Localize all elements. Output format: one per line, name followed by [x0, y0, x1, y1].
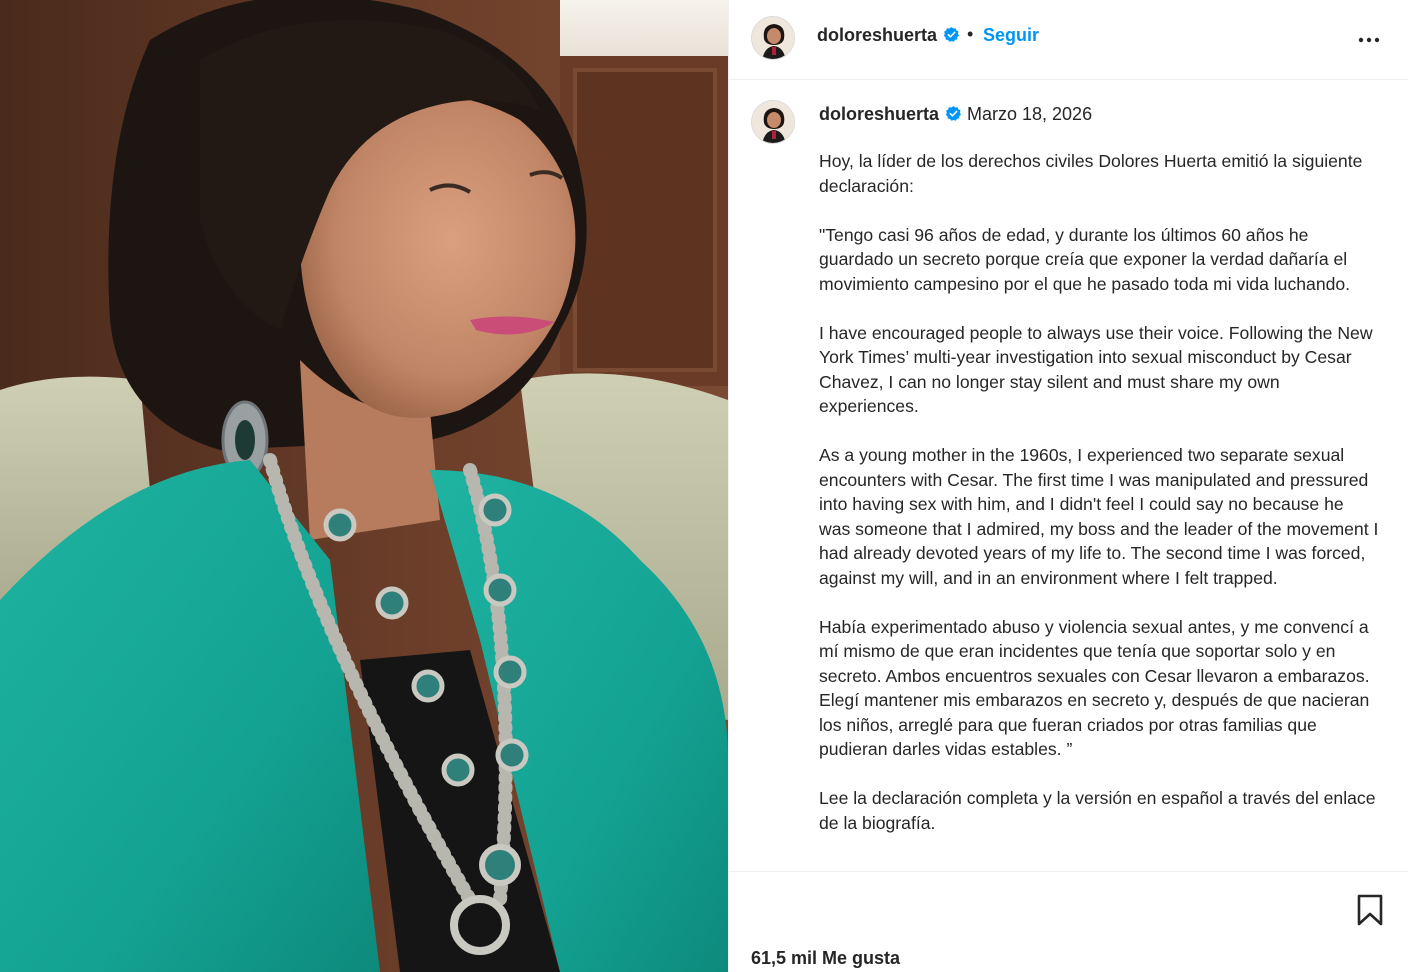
verified-badge-icon — [943, 27, 960, 42]
follow-button[interactable]: Seguir — [983, 25, 1039, 46]
caption-text: Hoy, la líder de los derechos civiles Do… — [819, 149, 1379, 860]
caption-area[interactable]: doloreshuerta Marzo 18, 2026 Hoy, la líd… — [729, 81, 1408, 871]
caption-paragraph: Hoy, la líder de los derechos civiles Do… — [819, 151, 1363, 196]
avatar[interactable] — [751, 100, 795, 144]
profile-picture — [752, 101, 794, 143]
caption-username[interactable]: doloreshuerta — [819, 104, 962, 125]
profile-picture — [752, 17, 794, 59]
verified-badge-icon — [945, 106, 962, 121]
separator-dot: • — [967, 24, 974, 44]
caption-paragraph: As a young mother in the 1960s, I experi… — [819, 445, 1379, 588]
caption-username-text[interactable]: doloreshuerta — [819, 104, 939, 124]
header-username[interactable]: doloreshuerta — [817, 25, 960, 46]
post-date: Marzo 18, 2026 — [967, 104, 1093, 124]
post-header: doloreshuerta • Seguir — [729, 0, 1408, 80]
portrait-image — [0, 0, 728, 972]
more-options-icon[interactable] — [1357, 28, 1381, 52]
bookmark-icon[interactable] — [1355, 894, 1385, 926]
instagram-post: doloreshuerta • Seguir doloreshuerta Mar… — [0, 0, 1408, 972]
post-actions: 61,5 mil Me gusta — [729, 871, 1408, 972]
post-details-panel: doloreshuerta • Seguir doloreshuerta Mar… — [728, 0, 1408, 972]
caption-paragraph: Había experimentado abuso y violencia se… — [819, 616, 1370, 760]
likes-count[interactable]: 61,5 mil Me gusta — [751, 948, 900, 969]
avatar[interactable] — [751, 16, 795, 60]
caption-paragraph: Lee la declaración completa y la versión… — [819, 788, 1376, 833]
header-username-text[interactable]: doloreshuerta — [817, 25, 937, 45]
post-photo[interactable] — [0, 0, 728, 972]
caption-paragraph: "Tengo casi 96 años de edad, y durante l… — [819, 224, 1351, 294]
caption-paragraph: I have encouraged people to always use t… — [819, 322, 1373, 417]
